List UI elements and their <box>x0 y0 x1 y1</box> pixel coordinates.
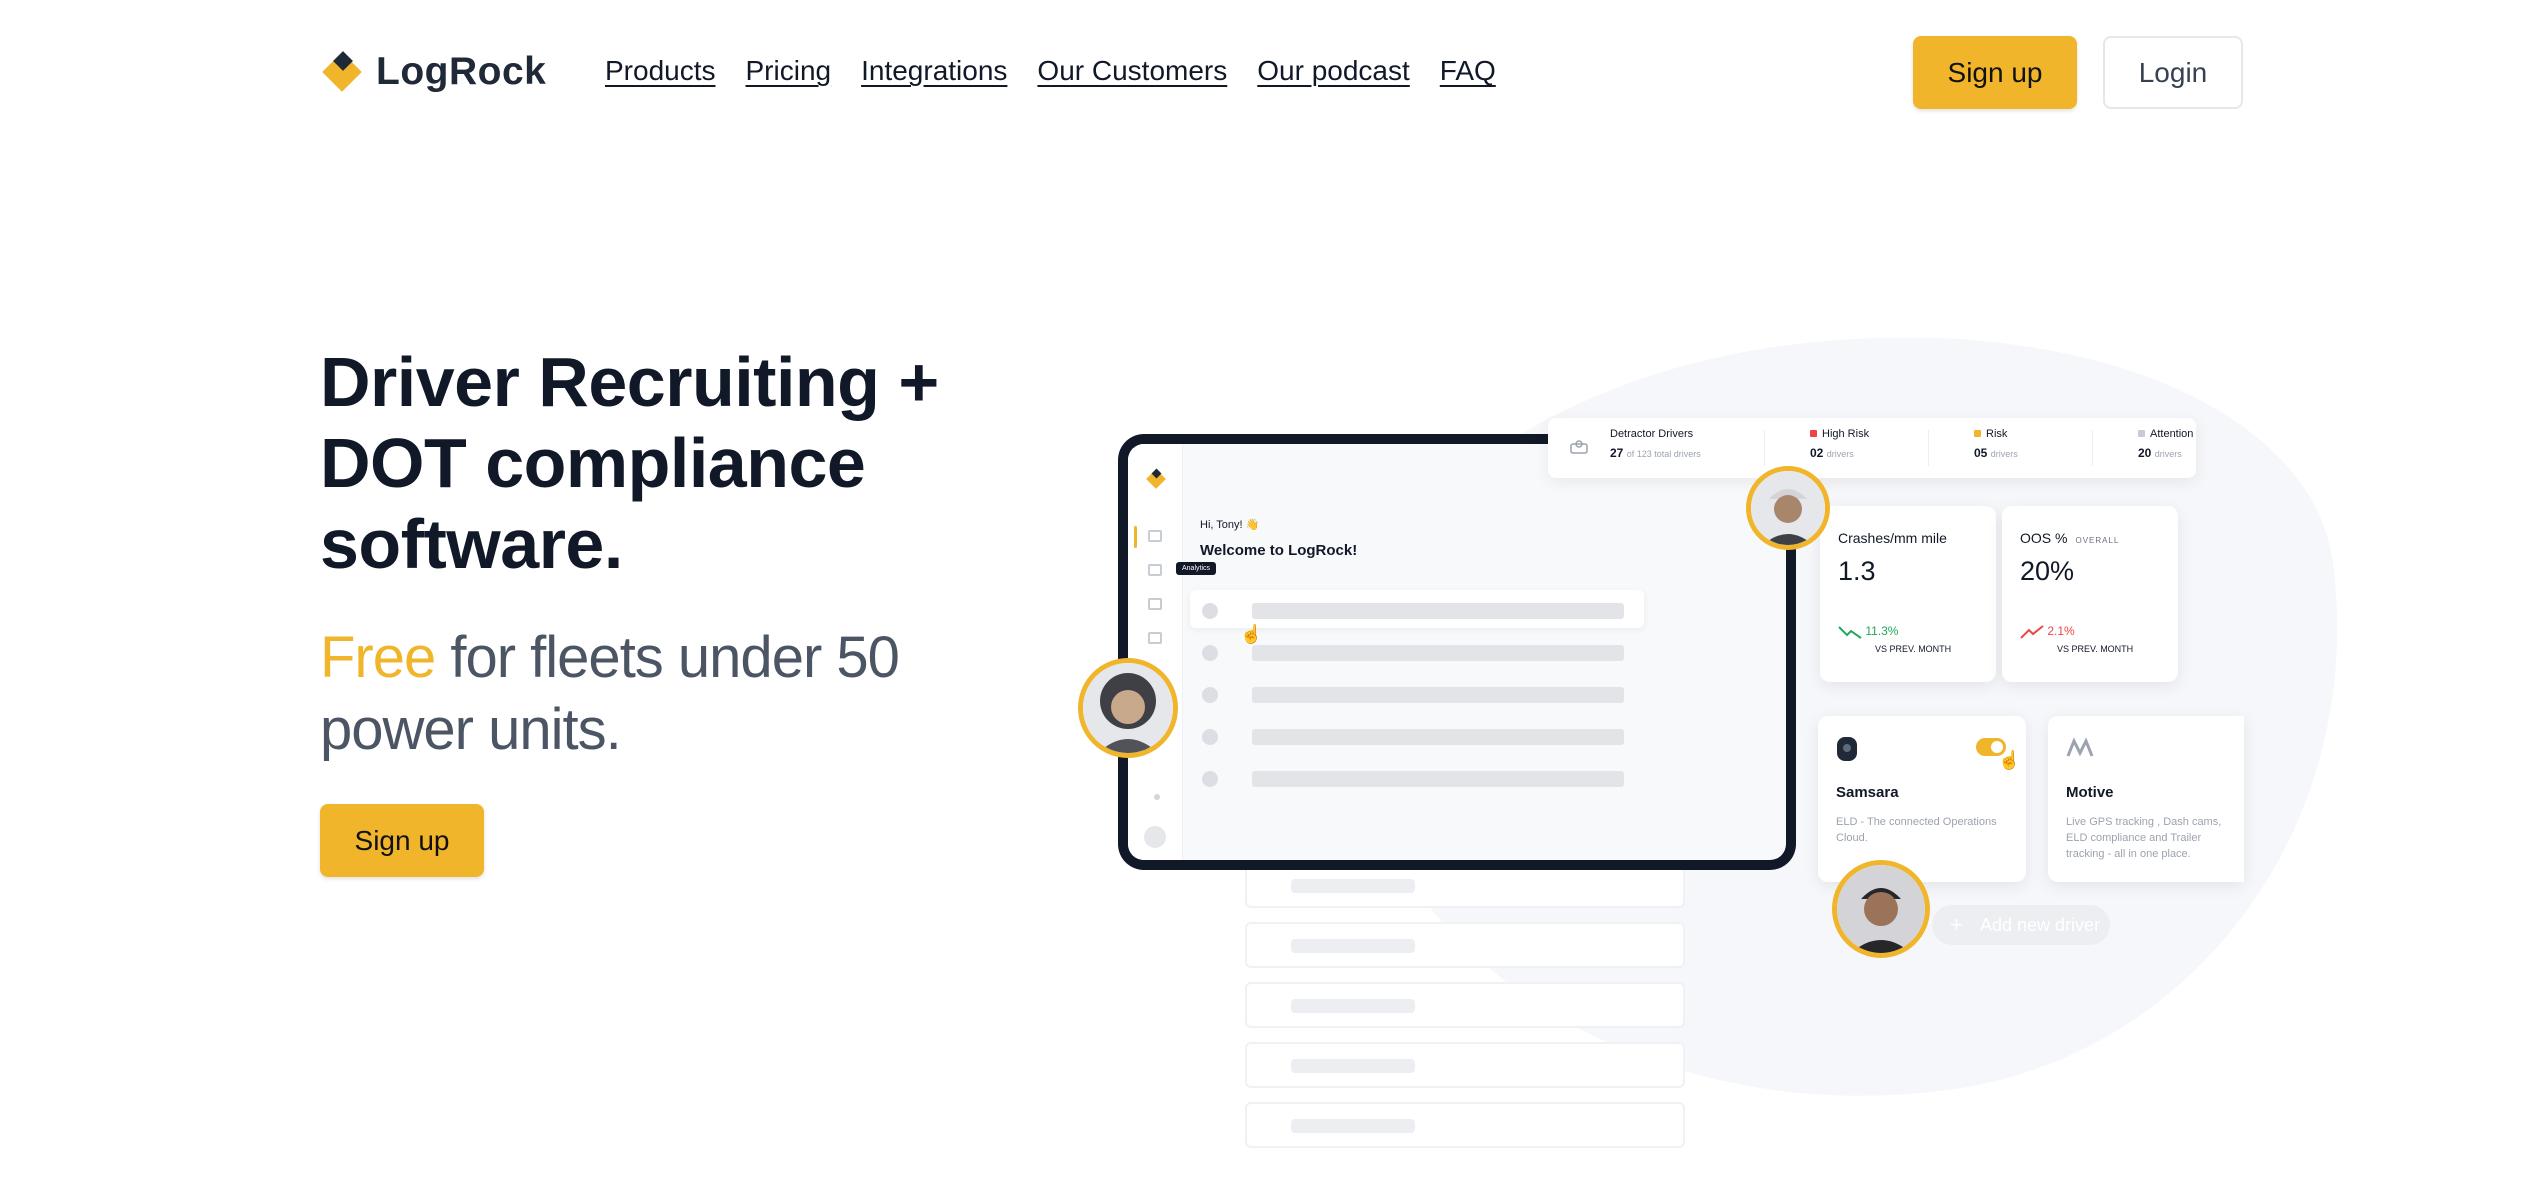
nav-login-button[interactable]: Login <box>2103 36 2243 109</box>
nav-link-our-podcast[interactable]: Our podcast <box>1257 55 1410 87</box>
nav-link-pricing[interactable]: Pricing <box>746 55 832 87</box>
list-item[interactable] <box>1190 674 1644 712</box>
stats-strip: Detractor Drivers 27 of 123 total driver… <box>1548 418 2196 478</box>
drivers-icon <box>1570 440 1588 459</box>
trend-down-icon <box>1838 624 1865 639</box>
stat-attention: Attention 20 drivers <box>2138 428 2194 460</box>
hand-cursor-icon: ☝ <box>1998 750 2021 770</box>
driver-avatar-man-cap <box>1746 466 1830 550</box>
stat-detractor: Detractor Drivers 27 of 123 total driver… <box>1610 428 1701 460</box>
driver-avatar-woman <box>1078 658 1178 758</box>
sidebar-dot <box>1154 794 1160 800</box>
nav-link-our-customers[interactable]: Our Customers <box>1037 55 1227 87</box>
list-item[interactable] <box>1190 716 1644 754</box>
app-welcome: Welcome to LogRock! <box>1200 542 1358 559</box>
attention-swatch <box>2138 430 2145 437</box>
ghost-row <box>1245 922 1685 968</box>
stat-high-risk: High Risk 02 drivers <box>1810 428 1870 460</box>
hero-signup-button[interactable]: Sign up <box>320 804 484 877</box>
ghost-row <box>1245 1102 1685 1148</box>
logo-text: LogRock <box>376 50 547 93</box>
nav-links: Products Pricing Integrations Our Custom… <box>605 55 1496 87</box>
list-icon[interactable] <box>1148 530 1162 542</box>
tablet-mockup: Analytics Hi, Tony! 👋 Welcome to LogRock… <box>1118 434 1796 870</box>
page: LogRock Products Pricing Integrations Ou… <box>0 0 2545 1192</box>
document-icon[interactable] <box>1148 598 1162 610</box>
app-greeting: Hi, Tony! 👋 <box>1200 519 1260 531</box>
hero-title: Driver Recruiting + DOT compliance softw… <box>320 343 939 583</box>
app-sidebar: Analytics <box>1128 444 1217 860</box>
plus-icon: + <box>1950 912 1963 937</box>
crashes-card[interactable]: Crashes/mm mile 1.3 11.3% VS PREV. MONTH <box>1820 506 1996 682</box>
analytics-tooltip: Analytics <box>1176 562 1217 575</box>
samsara-card[interactable]: ☝ Samsara ELD - The connected Operations… <box>1818 716 2026 882</box>
ghost-row <box>1245 982 1685 1028</box>
add-new-driver-button[interactable]: + Add new driver <box>1932 905 2110 945</box>
motive-logo-icon <box>2066 737 2094 763</box>
folder-icon[interactable] <box>1148 632 1162 644</box>
list-item[interactable] <box>1190 758 1644 796</box>
risk-swatch <box>1974 430 1981 437</box>
app-logo-icon <box>1145 468 1167 490</box>
sidebar-avatar[interactable] <box>1144 826 1166 848</box>
high-risk-swatch <box>1810 430 1817 437</box>
analytics-icon[interactable] <box>1148 564 1162 576</box>
sidebar-active-marker <box>1134 526 1137 548</box>
top-nav: LogRock Products Pricing Integrations Ou… <box>0 0 2545 146</box>
driver-avatar-man <box>1832 860 1930 958</box>
logo-link[interactable]: LogRock <box>320 50 546 94</box>
hand-cursor-icon: ☝ <box>1240 624 1263 644</box>
logo-diamond-icon <box>320 50 364 94</box>
oos-card[interactable]: OOS % OVERALL 20% 2.1% VS PREV. MONTH <box>2002 506 2178 682</box>
hero-subtitle: Free for fleets under 50 power units. <box>320 622 960 766</box>
nav-link-integrations[interactable]: Integrations <box>861 55 1007 87</box>
nav-link-products[interactable]: Products <box>605 55 716 87</box>
tablet-screen: Analytics Hi, Tony! 👋 Welcome to LogRock… <box>1128 444 1786 860</box>
motive-card[interactable]: Motive Live GPS tracking , Dash cams, EL… <box>2048 716 2244 882</box>
hero-free-highlight: Free <box>320 625 436 690</box>
samsara-logo-icon <box>1836 736 1858 767</box>
nav-signup-button[interactable]: Sign up <box>1913 36 2077 109</box>
ghost-row <box>1245 1042 1685 1088</box>
ghost-list <box>1245 862 1685 1162</box>
nav-link-faq[interactable]: FAQ <box>1440 55 1496 87</box>
list-item[interactable] <box>1190 590 1644 628</box>
stat-risk: Risk 05 drivers <box>1974 428 2018 460</box>
trend-up-icon <box>2020 624 2047 639</box>
